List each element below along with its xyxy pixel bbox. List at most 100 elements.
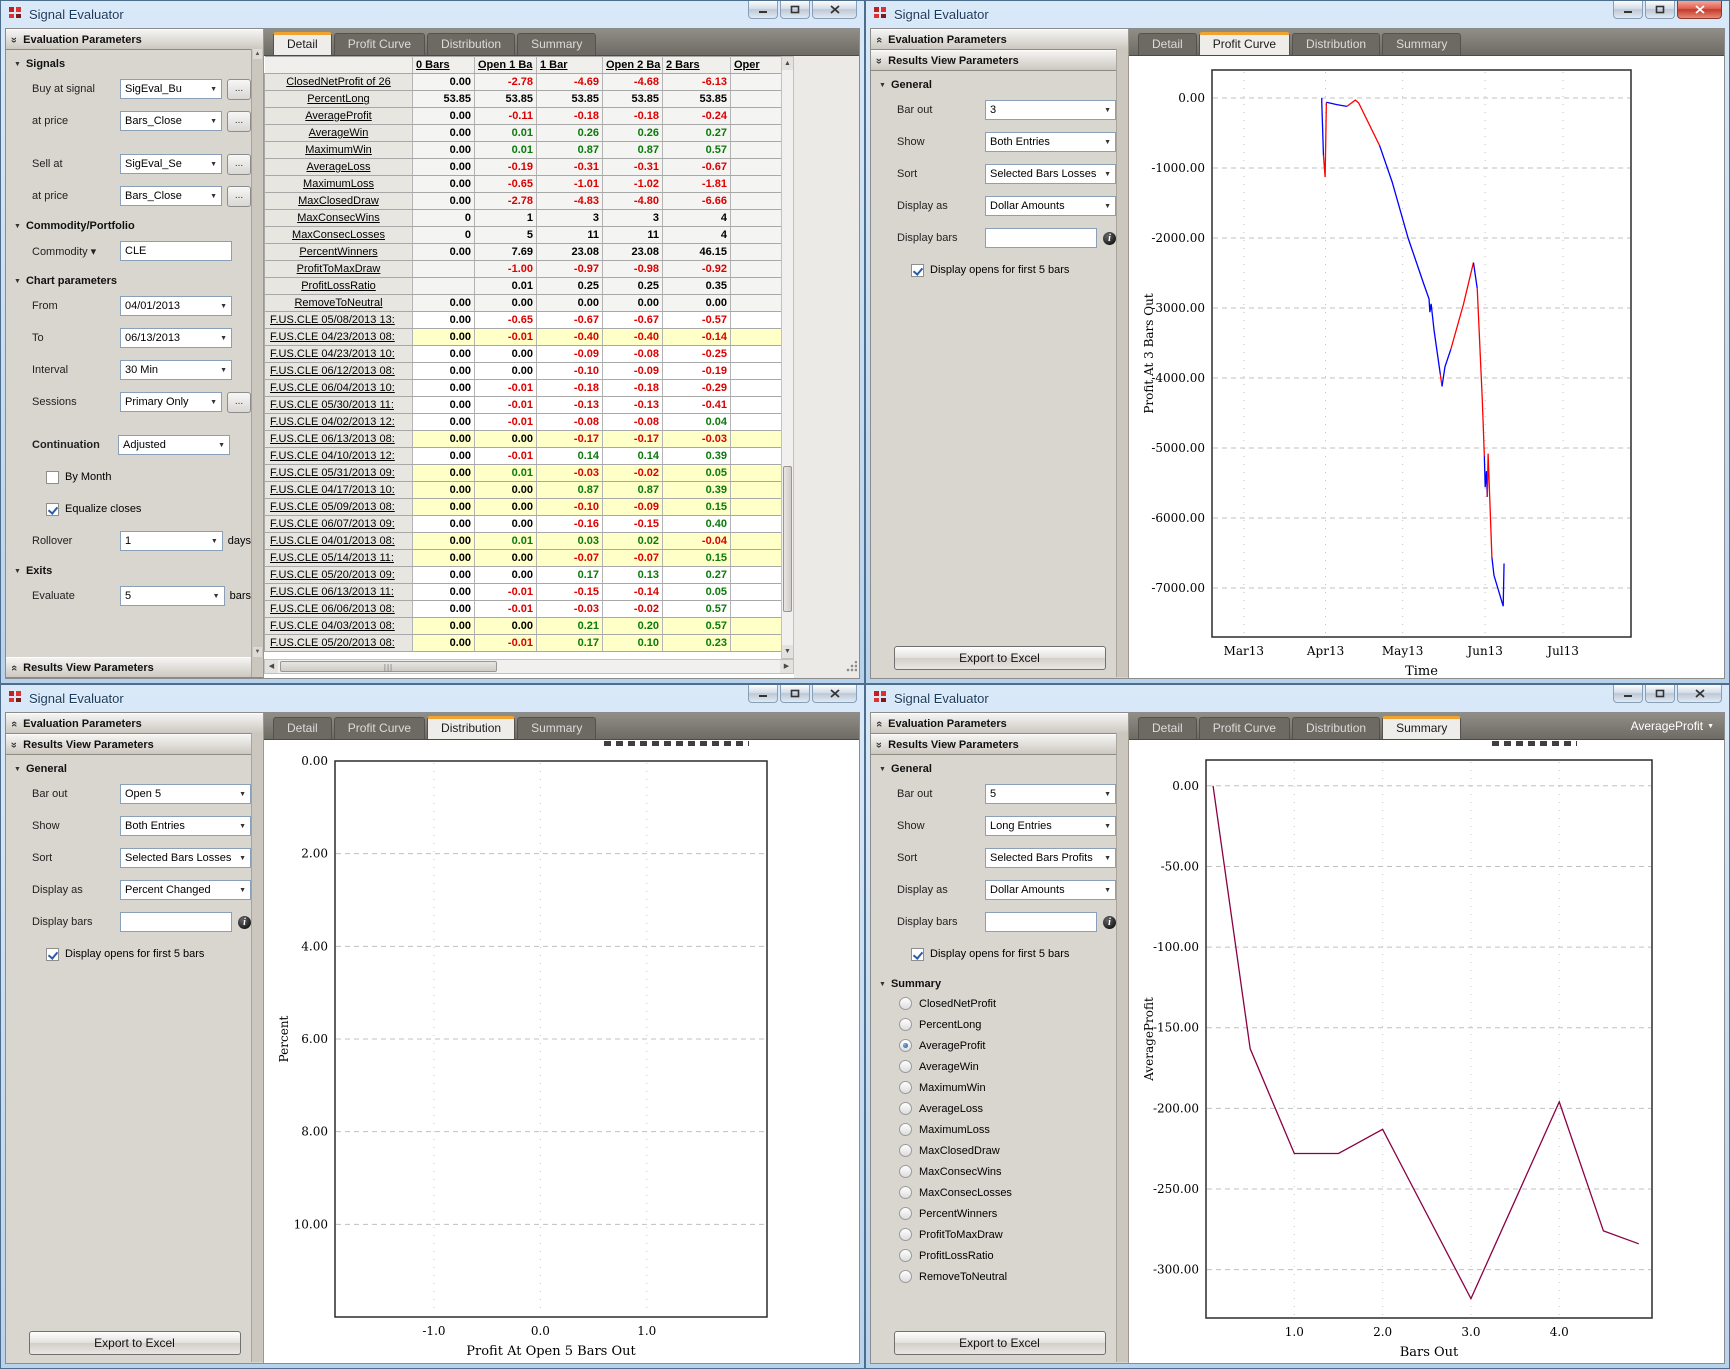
radio-maxcloseddraw[interactable] <box>899 1144 912 1157</box>
dropdown-display-as[interactable]: Dollar Amounts▼ <box>985 880 1116 900</box>
dropdown-bar-out[interactable]: 3▼ <box>985 100 1116 120</box>
vertical-scrollbar[interactable]: ▲ ▼ <box>781 56 794 659</box>
tab-distribution[interactable]: Distribution <box>427 33 515 55</box>
scrollbar-thumb[interactable]: ||| <box>280 661 497 672</box>
minimize-button[interactable] <box>1613 1 1643 19</box>
close-button[interactable] <box>812 685 857 703</box>
tab-distribution[interactable]: Distribution <box>1292 33 1380 55</box>
dropdown-bar-out[interactable]: Open 5▼ <box>120 784 251 804</box>
maximize-button[interactable] <box>1645 1 1675 19</box>
radio-percentlong[interactable] <box>899 1018 912 1031</box>
dropdown-show[interactable]: Both Entries▼ <box>120 816 251 836</box>
more-options-button[interactable]: ... <box>227 154 251 175</box>
row-label[interactable]: F.US.CLE 04/23/2013 10: <box>265 346 413 363</box>
row-label[interactable]: MaximumWin <box>265 142 413 159</box>
radio-removetoneutral[interactable] <box>899 1270 912 1283</box>
dropdown-from[interactable]: 04/01/2013▼ <box>120 296 232 316</box>
maximize-button[interactable] <box>780 1 810 19</box>
dropdown-sessions[interactable]: Primary Only▼ <box>120 392 222 412</box>
panel-scrollbar[interactable] <box>1116 49 1128 677</box>
row-label[interactable]: AverageProfit <box>265 108 413 125</box>
row-label[interactable]: AverageLoss <box>265 159 413 176</box>
radio-percentwinners[interactable] <box>899 1207 912 1220</box>
maximize-button[interactable] <box>780 685 810 703</box>
section-chart-parameters[interactable]: ▼Chart parameters <box>14 275 251 287</box>
dropdown-sort[interactable]: Selected Bars Profits▼ <box>985 848 1116 868</box>
dropdown-sort[interactable]: Selected Bars Losses▼ <box>985 164 1116 184</box>
scroll-up-icon[interactable]: ▲ <box>782 57 793 70</box>
display-bars-input[interactable] <box>985 228 1097 248</box>
dropdown-to[interactable]: 06/13/2013▼ <box>120 328 232 348</box>
column-header[interactable]: Oper <box>731 57 782 74</box>
titlebar[interactable]: Signal Evaluator <box>5 1 860 28</box>
row-label[interactable]: F.US.CLE 06/13/2013 08: <box>265 431 413 448</box>
close-button[interactable] <box>1677 1 1722 19</box>
evaluation-parameters-header[interactable]: «Evaluation Parameters <box>871 713 1128 734</box>
checkbox-by-month[interactable] <box>46 471 59 484</box>
row-label[interactable]: MaxConsecLosses <box>265 227 413 244</box>
more-options-button[interactable]: ... <box>227 186 251 207</box>
results-view-parameters-header[interactable]: «Results View Parameters <box>6 734 263 755</box>
close-button[interactable] <box>812 1 857 19</box>
tab-detail[interactable]: Detail <box>1138 33 1197 55</box>
dropdown-display-as[interactable]: Dollar Amounts▼ <box>985 196 1116 216</box>
row-label[interactable]: F.US.CLE 04/03/2013 08: <box>265 618 413 635</box>
row-label[interactable]: MaximumLoss <box>265 176 413 193</box>
results-view-parameters-header[interactable]: «Results View Parameters <box>6 657 263 678</box>
checkbox-display-opens-for-first-5-bars[interactable] <box>911 264 924 277</box>
close-button[interactable] <box>1677 685 1722 703</box>
tab-summary[interactable]: Summary <box>1382 33 1461 55</box>
export-to-excel-button[interactable]: Export to Excel <box>29 1331 241 1355</box>
checkbox-display-opens-for-first-5-bars[interactable] <box>46 948 59 961</box>
dropdown-at-price[interactable]: Bars_Close▼ <box>120 186 222 206</box>
row-label[interactable]: RemoveToNeutral <box>265 295 413 312</box>
more-options-button[interactable]: ... <box>227 79 251 100</box>
radio-profittomaxdraw[interactable] <box>899 1228 912 1241</box>
row-label[interactable]: F.US.CLE 06/13/2013 11: <box>265 584 413 601</box>
minimize-button[interactable] <box>1613 685 1643 703</box>
input-commodity-[interactable]: CLE <box>120 241 232 261</box>
tab-profit-curve[interactable]: Profit Curve <box>1199 32 1290 55</box>
dropdown-show[interactable]: Both Entries▼ <box>985 132 1116 152</box>
column-header[interactable] <box>265 57 413 74</box>
display-bars-input[interactable] <box>120 912 232 932</box>
export-to-excel-button[interactable]: Export to Excel <box>894 646 1106 670</box>
evaluation-parameters-header[interactable]: «Evaluation Parameters <box>6 29 263 50</box>
row-label[interactable]: PercentLong <box>265 91 413 108</box>
tab-detail[interactable]: Detail <box>273 32 332 55</box>
tab-profit-curve[interactable]: Profit Curve <box>334 33 425 55</box>
row-label[interactable]: F.US.CLE 04/10/2013 12: <box>265 448 413 465</box>
tab-profit-curve[interactable]: Profit Curve <box>1199 717 1290 739</box>
radio-averageprofit[interactable] <box>899 1039 912 1052</box>
minimize-button[interactable] <box>748 1 778 19</box>
section-commodity-portfolio[interactable]: ▼Commodity/Portfolio <box>14 220 251 232</box>
column-header[interactable]: Open 2 Ba <box>603 57 663 74</box>
row-label[interactable]: PercentWinners <box>265 244 413 261</box>
horizontal-scrollbar[interactable]: ◀ ▶ ||| <box>264 659 794 674</box>
scroll-right-icon[interactable]: ▶ <box>780 660 793 673</box>
radio-maximumwin[interactable] <box>899 1081 912 1094</box>
column-header[interactable]: 1 Bar <box>537 57 603 74</box>
resize-grip[interactable] <box>845 661 857 673</box>
tab-detail[interactable]: Detail <box>1138 717 1197 739</box>
titlebar[interactable]: Signal Evaluator <box>870 685 1725 712</box>
more-options-button[interactable]: ... <box>227 111 251 132</box>
minimize-button[interactable] <box>748 685 778 703</box>
radio-maxconseclosses[interactable] <box>899 1186 912 1199</box>
radio-maxconsecwins[interactable] <box>899 1165 912 1178</box>
checkbox-equalize-closes[interactable] <box>46 503 59 516</box>
scroll-down-icon[interactable]: ▼ <box>253 647 262 657</box>
checkbox-display-opens-for-first-5-bars[interactable] <box>911 948 924 961</box>
titlebar[interactable]: Signal Evaluator <box>5 685 860 712</box>
section-general[interactable]: ▼General <box>879 79 1116 91</box>
panel-scrollbar[interactable] <box>251 733 263 1362</box>
dropdown-show[interactable]: Long Entries▼ <box>985 816 1116 836</box>
dropdown-evaluate[interactable]: 5▼ <box>120 586 225 606</box>
section-signals[interactable]: ▼Signals <box>14 58 251 70</box>
row-label[interactable]: AverageWin <box>265 125 413 142</box>
row-label[interactable]: F.US.CLE 05/14/2013 11: <box>265 550 413 567</box>
radio-averageloss[interactable] <box>899 1102 912 1115</box>
row-label[interactable]: MaxConsecWins <box>265 210 413 227</box>
section-exits[interactable]: ▼Exits <box>14 565 251 577</box>
section-general[interactable]: ▼General <box>14 763 251 775</box>
